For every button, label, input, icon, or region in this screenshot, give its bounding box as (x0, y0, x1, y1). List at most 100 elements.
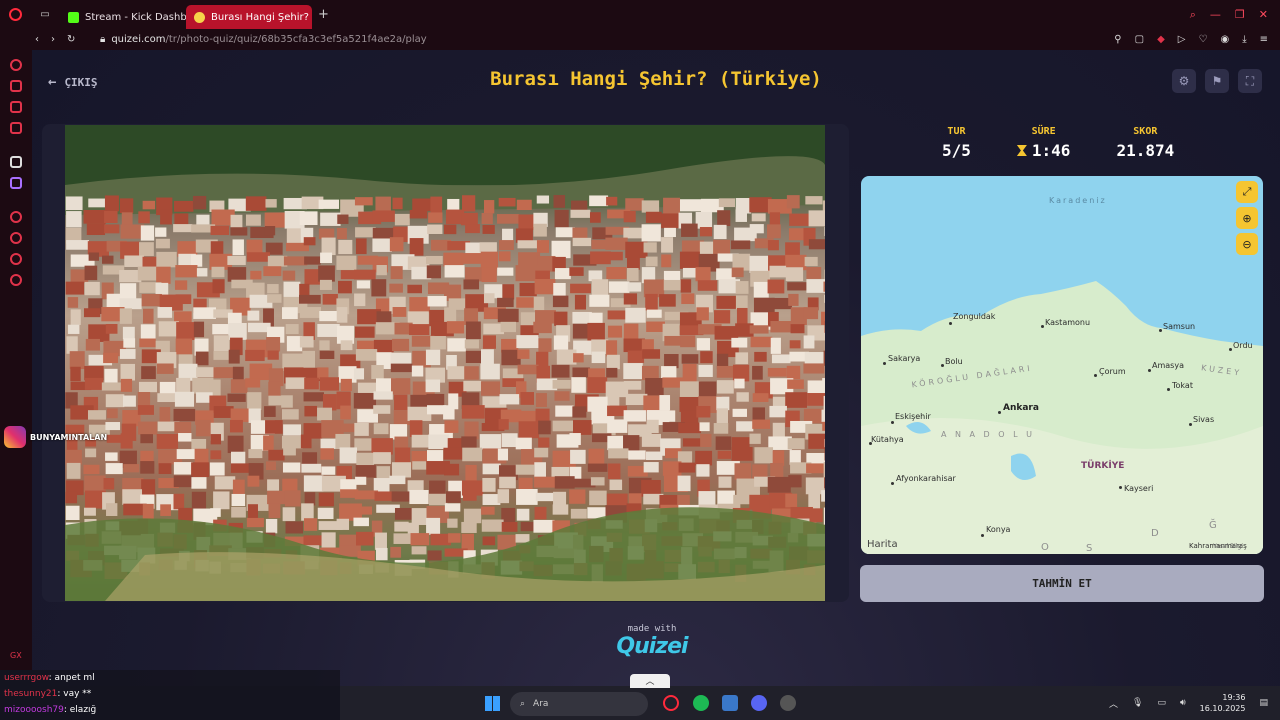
city-dot (1148, 369, 1151, 372)
map-city: Zonguldak (953, 312, 996, 321)
page-title: Burası Hangi Şehir? (Türkiye) (490, 68, 822, 90)
url-field[interactable]: 🔒︎ quizei.com/tr/photo-quiz/quiz/68b35cf… (100, 34, 427, 45)
map-region: A N A D O L U (941, 430, 1035, 439)
windows-start-icon[interactable] (485, 696, 500, 711)
heart-icon[interactable]: ♡ (1198, 34, 1207, 45)
notification-icon[interactable]: ▤ (1259, 698, 1268, 708)
sidebar-settings-icon[interactable] (10, 274, 22, 286)
guess-map[interactable]: Karadeniz Zonguldak Kastamonu Samsun Ord… (861, 176, 1263, 554)
download-icon[interactable]: ⤓ (1242, 34, 1246, 45)
sidebar-history-icon[interactable] (10, 59, 22, 71)
city-dot (1229, 348, 1232, 351)
sidebar-cube-icon[interactable] (10, 253, 22, 265)
hourglass-icon (1016, 145, 1027, 156)
map-region: S (1086, 543, 1096, 554)
spotify-icon[interactable] (693, 695, 709, 711)
map-city: Kastamonu (1045, 318, 1091, 327)
map-city: Kütahya (871, 435, 904, 444)
sidebar-messenger-icon[interactable] (10, 101, 22, 113)
clock[interactable]: 19:36 16.10.2025 (1200, 692, 1246, 714)
account-icon[interactable]: ◉ (1220, 34, 1229, 45)
sidebar-news-icon[interactable] (10, 122, 22, 134)
microphone-icon[interactable]: 🎙︎ (1132, 698, 1143, 708)
app-icon[interactable] (722, 695, 738, 711)
pin-icon[interactable]: ⚲ (1114, 34, 1121, 45)
map-city: Ordu (1233, 341, 1253, 350)
map-city: Kayseri (1124, 484, 1154, 493)
discord-icon[interactable] (751, 695, 767, 711)
chevron-up-icon[interactable]: ︿ (1109, 697, 1118, 710)
city-dot (998, 411, 1001, 414)
city-photo[interactable] (65, 125, 825, 601)
network-icon[interactable]: ▭ (1157, 698, 1166, 708)
minimize-icon[interactable]: — (1210, 8, 1221, 22)
quizei-icon (194, 11, 205, 23)
menu-icon[interactable]: ≡ (1260, 34, 1268, 45)
time-label: SÜRE (1031, 126, 1056, 137)
map-zoom-in-button[interactable]: ⊕ (1236, 207, 1258, 229)
windows-taskbar: ︿ ⌕ Ara ︿ 🎙︎ ▭ 🔊︎ 19:36 16.10.2025 ▤ (340, 674, 1280, 720)
map-city: Sivas (1193, 415, 1215, 424)
guess-button[interactable]: TAHMİN ET (860, 565, 1264, 602)
report-button[interactable]: ⚑ (1205, 69, 1229, 93)
map-legal[interactable]: Yasal Bilgi (1213, 543, 1243, 550)
map-city: Bolu (945, 357, 963, 366)
forward-icon[interactable]: › (51, 34, 55, 45)
search-icon: ⌕ (520, 699, 526, 709)
back-icon[interactable]: ‹ (35, 34, 39, 45)
steam-icon[interactable] (780, 695, 796, 711)
restore-icon[interactable]: ❐ (1235, 8, 1245, 22)
taskbar-search[interactable]: ⌕ Ara (510, 692, 648, 716)
map-city: Tokat (1172, 381, 1193, 390)
play-icon[interactable]: ▷ (1178, 34, 1186, 45)
map-label-sea: Karadeniz (1049, 196, 1107, 205)
settings-button[interactable]: ⚙ (1172, 69, 1196, 93)
chevron-up-icon[interactable]: ︿ (630, 674, 670, 688)
tab-kick-dashboard[interactable]: Stream - Kick Dashboard (60, 5, 186, 29)
city-dot (1041, 325, 1044, 328)
tab-label: Stream - Kick Dashboard (85, 11, 186, 23)
sidebar-player-icon[interactable] (10, 211, 22, 223)
chat-overlay: userrrgow: anpet ml thesunny21: vay ** m… (0, 670, 340, 720)
chat-user: userrrgow (4, 673, 49, 683)
time-value: 1:46 (1031, 141, 1071, 160)
map-city: Afyonkarahisar (896, 474, 956, 483)
sidebar-twitch-icon[interactable] (10, 177, 22, 189)
made-with-badge[interactable]: made with Quizei (612, 624, 692, 659)
fullscreen-button[interactable]: ⛶ (1238, 69, 1262, 93)
fullscreen-icon: ⛶ (1245, 73, 1255, 88)
round-value: 5/5 (942, 141, 971, 160)
search-icon[interactable]: ⌕ (1190, 8, 1196, 22)
close-icon[interactable]: ✕ (1259, 8, 1268, 22)
map-city: Eskişehir (895, 412, 931, 421)
new-tab-button[interactable]: + (318, 7, 329, 22)
sidebar-shop-icon[interactable] (10, 80, 22, 92)
opera-logo-icon[interactable] (0, 0, 30, 29)
opera-gx-icon[interactable] (663, 695, 679, 711)
map-region: O (1041, 542, 1052, 553)
map-city: Sakarya (888, 354, 921, 363)
city-photo-drawing (65, 125, 825, 601)
map-expand-button[interactable]: ⤢ (1236, 181, 1258, 203)
browser-sidebar (0, 50, 32, 670)
snapshot-icon[interactable]: ▢ (1135, 34, 1144, 45)
map-region: D (1151, 528, 1162, 539)
zoom-in-icon: ⊕ (1242, 211, 1252, 225)
url-host: quizei.com (111, 34, 166, 45)
sidebar-kick-icon[interactable] (10, 156, 22, 168)
workspace-icon[interactable]: ▭ (30, 0, 60, 29)
tab-label: Burası Hangi Şehir? (Türk (211, 11, 312, 23)
quizei-logo: Quizei (616, 634, 688, 659)
shield-icon[interactable]: ◆ (1157, 34, 1165, 45)
url-path: /tr/photo-quiz/quiz/68b35cfa3c3ef5a521f4… (165, 34, 427, 45)
gear-icon: ⚙ (1178, 74, 1190, 88)
clock-time: 19:36 (1222, 693, 1246, 702)
tab-quiz[interactable]: Burası Hangi Şehir? (Türk (186, 5, 312, 29)
quiz-header: ← ÇIKIŞ Burası Hangi Şehir? (Türkiye) ⚙ … (32, 50, 1280, 112)
map-city: Amasya (1152, 361, 1184, 370)
volume-icon[interactable]: 🔊︎ (1180, 698, 1186, 708)
chat-line: thesunny21: vay ** (0, 686, 340, 702)
sidebar-clock-icon[interactable] (10, 232, 22, 244)
reload-icon[interactable]: ↻ (67, 34, 75, 45)
map-zoom-out-button[interactable]: ⊖ (1236, 233, 1258, 255)
